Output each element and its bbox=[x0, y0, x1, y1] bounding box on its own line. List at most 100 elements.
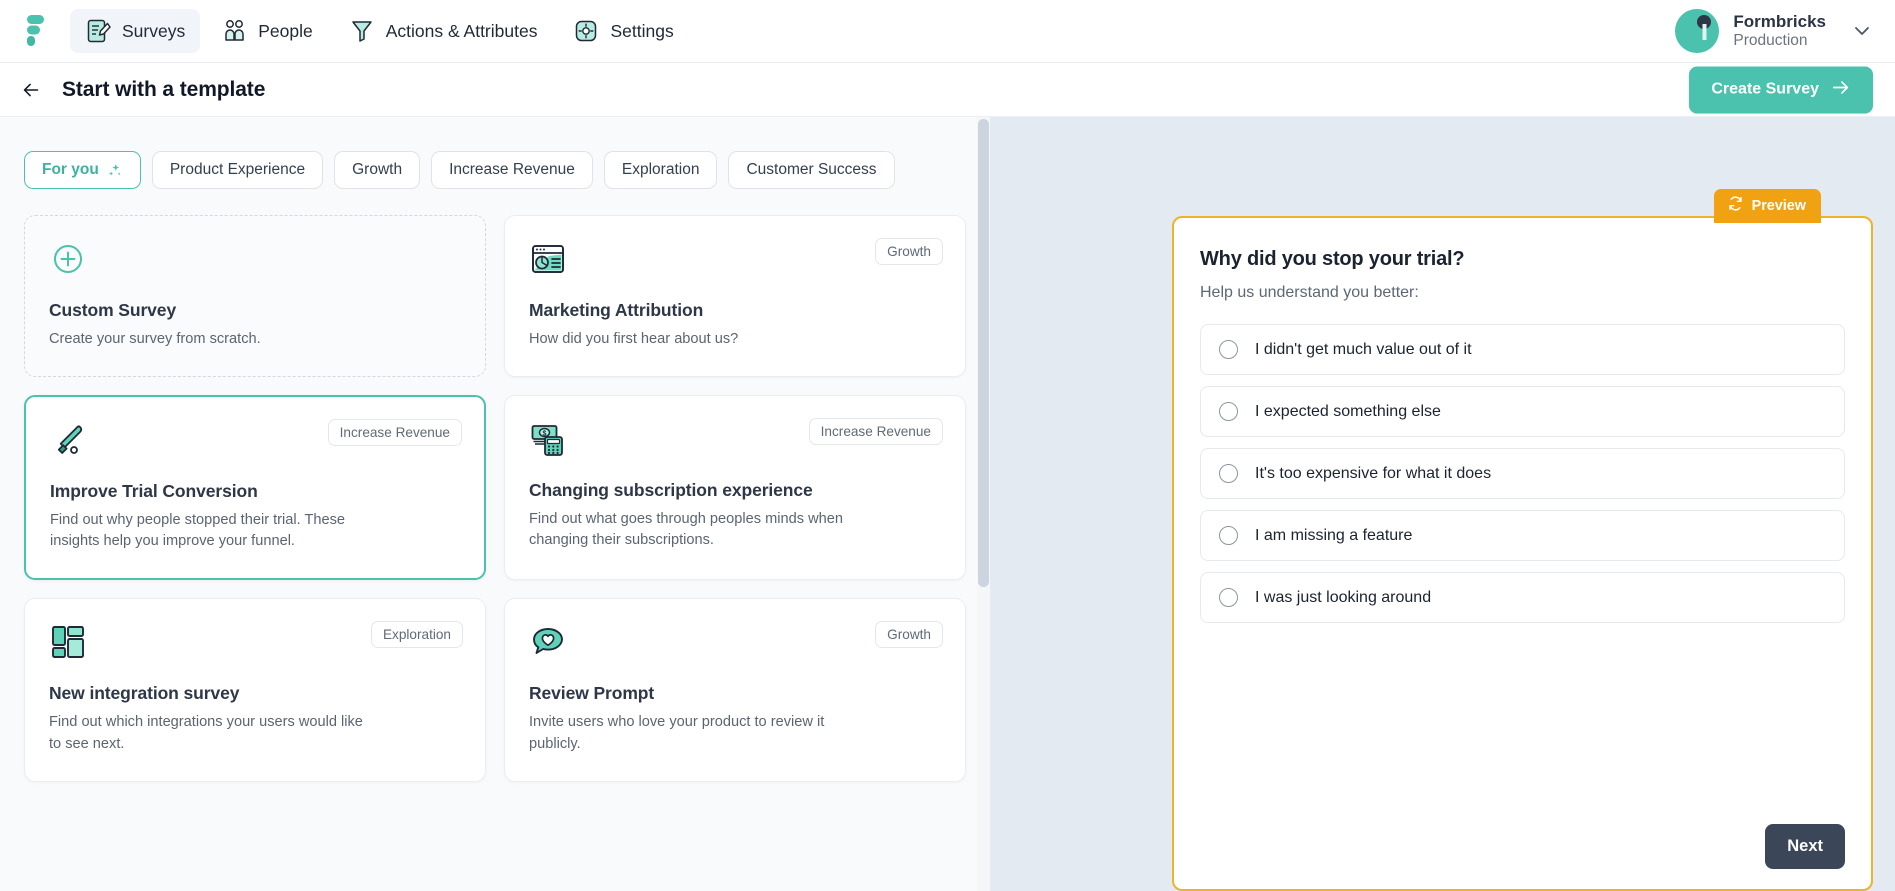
money-calculator-icon: $ bbox=[529, 420, 567, 458]
template-title: Changing subscription experience bbox=[529, 480, 813, 501]
template-card[interactable]: Custom Survey Create your survey from scr… bbox=[24, 215, 486, 378]
template-category-badge: Increase Revenue bbox=[808, 418, 943, 446]
svg-text:$: $ bbox=[543, 430, 547, 437]
preview-option-label: I am missing a feature bbox=[1255, 526, 1413, 544]
body-split: For you Product Experience Growth Increase … bbox=[0, 117, 1895, 891]
template-title: Review Prompt bbox=[529, 683, 655, 704]
template-card-grid: Custom Survey Create your survey from scr… bbox=[24, 215, 966, 782]
preview-wrapper: Preview Why did you stop your trial? Hel… bbox=[1172, 189, 1873, 891]
nav-item-people[interactable]: People bbox=[206, 9, 328, 53]
org-name: Formbricks bbox=[1733, 12, 1826, 32]
org-avatar bbox=[1674, 8, 1720, 54]
filter-pill-label: Customer Success bbox=[746, 161, 877, 178]
preview-option-row[interactable]: I am missing a feature bbox=[1200, 510, 1845, 561]
create-survey-label: Create Survey bbox=[1711, 80, 1819, 98]
radio-button-icon[interactable] bbox=[1219, 588, 1238, 607]
preview-badge-label: Preview bbox=[1751, 197, 1806, 214]
template-title: Custom Survey bbox=[49, 300, 177, 320]
template-card[interactable]: Growth Marketing Attribution How did you f… bbox=[504, 215, 966, 378]
template-card[interactable]: Increase Revenue Improve Trial Conversion… bbox=[24, 395, 486, 581]
preview-next-button[interactable]: Next bbox=[1765, 824, 1845, 869]
filter-pill-label: Product Experience bbox=[169, 161, 306, 178]
preview-option-label: I expected something else bbox=[1255, 402, 1441, 420]
template-title: Improve Trial Conversion bbox=[50, 481, 258, 502]
preview-option-label: I didn't get much value out of it bbox=[1255, 340, 1472, 358]
preview-option-row[interactable]: I was just looking around bbox=[1200, 572, 1845, 623]
radio-button-icon[interactable] bbox=[1219, 402, 1238, 421]
nav-item-label: People bbox=[258, 20, 313, 41]
template-title: Marketing Attribution bbox=[529, 300, 704, 320]
plus-circle-icon bbox=[49, 240, 87, 278]
preview-options-list: I didn't get much value out of it I expec… bbox=[1200, 324, 1845, 623]
create-survey-button[interactable]: Create Survey bbox=[1689, 66, 1873, 113]
preview-option-row[interactable]: I didn't get much value out of it bbox=[1200, 324, 1845, 375]
page-header: Start with a template Create Survey bbox=[0, 63, 1895, 117]
template-category-badge: Growth bbox=[875, 621, 943, 649]
template-description: Create your survey from scratch. bbox=[49, 331, 261, 347]
preview-option-label: It's too expensive for what it does bbox=[1255, 464, 1492, 482]
preview-option-row[interactable]: I expected something else bbox=[1200, 386, 1845, 437]
filter-pill-customer-success[interactable]: Customer Success bbox=[728, 151, 895, 189]
template-description: Find out why people stopped their trial.… bbox=[50, 512, 346, 550]
arrow-right-icon bbox=[1831, 77, 1851, 102]
back-button[interactable] bbox=[14, 73, 48, 107]
nav-item-surveys[interactable]: Surveys bbox=[70, 9, 201, 53]
nav-item-actions-attributes[interactable]: Actions & Attributes bbox=[334, 9, 553, 53]
template-category-badge: Growth bbox=[875, 238, 943, 265]
preview-option-row[interactable]: It's too expensive for what it does bbox=[1200, 448, 1845, 499]
people-icon bbox=[221, 18, 247, 44]
org-text-block: Formbricks Production bbox=[1733, 12, 1826, 49]
blocks-layout-icon bbox=[49, 623, 87, 661]
preview-refresh-badge[interactable]: Preview bbox=[1713, 189, 1821, 223]
template-title: New integration survey bbox=[49, 683, 240, 704]
refresh-icon bbox=[1727, 195, 1744, 216]
filter-pill-for-you[interactable]: For you bbox=[24, 151, 141, 189]
preview-option-label: I was just looking around bbox=[1255, 588, 1432, 606]
left-pane-scrollbar-track[interactable] bbox=[977, 117, 990, 891]
template-card[interactable]: Growth Review Prompt Invite users who love… bbox=[504, 598, 966, 782]
nav-item-label: Surveys bbox=[122, 20, 186, 41]
formbricks-logo-icon[interactable] bbox=[22, 14, 52, 48]
radio-button-icon[interactable] bbox=[1219, 526, 1238, 545]
gear-icon bbox=[573, 18, 599, 44]
funnel-icon bbox=[349, 18, 375, 44]
template-category-badge: Exploration bbox=[370, 621, 463, 649]
template-description: Invite users who love your product to re… bbox=[529, 714, 825, 752]
preview-question-headline: Why did you stop your trial? bbox=[1200, 248, 1465, 270]
filter-pill-exploration[interactable]: Exploration bbox=[603, 151, 718, 189]
baseball-bat-icon bbox=[50, 421, 88, 459]
survey-preview-pane: Preview Why did you stop your trial? Hel… bbox=[990, 117, 1895, 891]
template-card[interactable]: Exploration New integration survey Find ou… bbox=[24, 598, 486, 782]
filter-pill-label: Exploration bbox=[621, 161, 700, 178]
sparkles-icon bbox=[106, 162, 123, 179]
org-environment: Production bbox=[1733, 31, 1808, 49]
left-pane-scrollbar-thumb[interactable] bbox=[978, 119, 989, 587]
filter-pill-label: Increase Revenue bbox=[449, 161, 575, 178]
top-navigation-bar: Surveys People Actions & Attributes Sett… bbox=[0, 0, 1895, 63]
template-category-badge: Increase Revenue bbox=[327, 419, 462, 447]
filter-pill-label: For you bbox=[42, 161, 99, 178]
preview-question-subheadline: Help us understand you better: bbox=[1200, 284, 1419, 301]
nav-item-label: Settings bbox=[610, 20, 674, 41]
filter-pill-label: Growth bbox=[352, 161, 403, 178]
survey-preview-card: Why did you stop your trial? Help us und… bbox=[1172, 216, 1873, 891]
radio-button-icon[interactable] bbox=[1219, 340, 1238, 359]
filter-pill-increase-revenue[interactable]: Increase Revenue bbox=[431, 151, 593, 189]
preview-footer: Next bbox=[1765, 824, 1845, 869]
filter-pill-growth[interactable]: Growth bbox=[334, 151, 421, 189]
main-nav-items: Surveys People Actions & Attributes Sett… bbox=[70, 9, 689, 53]
chevron-down-icon[interactable] bbox=[1849, 18, 1875, 44]
filter-pill-product-experience[interactable]: Product Experience bbox=[151, 151, 324, 189]
speech-bubble-heart-icon bbox=[529, 623, 567, 661]
page-title: Start with a template bbox=[62, 77, 266, 101]
organization-switcher[interactable]: Formbricks Production bbox=[1674, 8, 1875, 54]
browser-pie-chart-icon bbox=[529, 240, 567, 278]
template-browser-pane: For you Product Experience Growth Increase … bbox=[0, 117, 990, 891]
radio-button-icon[interactable] bbox=[1219, 464, 1238, 483]
category-filter-row: For you Product Experience Growth Increase … bbox=[24, 151, 966, 189]
nav-item-label: Actions & Attributes bbox=[385, 20, 538, 41]
template-description: How did you first hear about us? bbox=[529, 331, 739, 347]
template-card[interactable]: $ Increase Revenue Changing subscription e… bbox=[504, 395, 966, 581]
nav-item-settings[interactable]: Settings bbox=[558, 9, 688, 53]
surveys-icon bbox=[85, 18, 111, 44]
